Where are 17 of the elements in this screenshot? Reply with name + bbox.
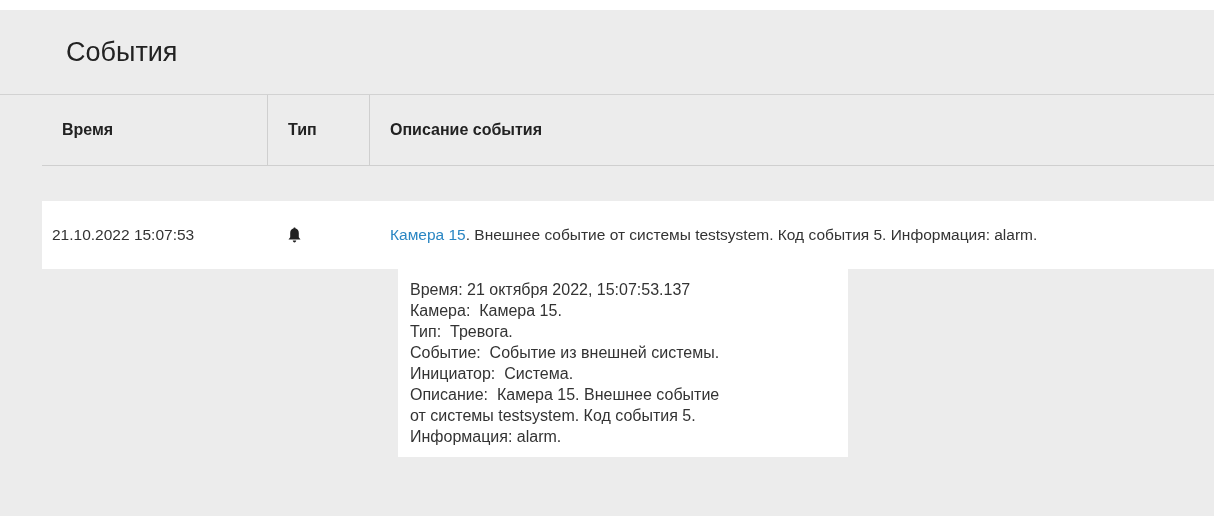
column-header: Время [42,95,268,165]
camera-link[interactable]: Камера 15 [390,226,466,243]
tooltip-line: от системы testsystem. Код события 5. [410,406,697,426]
tooltip-line: Камера: Камера 15. [410,301,563,321]
table-row[interactable]: 21.10.2022 15:07:53 Камера 15. Внешнее событие от системы testsystem. Код события 5. Информация: alarm. [42,201,1214,269]
tooltip-line: Время: 21 октября 2022, 15:07:53.137 [410,280,692,300]
tooltip-line: Тип: Тревога. [410,322,514,342]
time-cell-text: 21.10.2022 15:07:53 [51,226,196,244]
column-header: Описание события [389,120,543,140]
column-header: Тип [268,95,370,165]
description-text: Камера 15. Внешнее событие от системы testsystem. Код события 5. Информация: alarm. [389,225,1039,245]
tooltip-line: Описание: Камера 15. Внешнее событие [410,385,721,405]
tooltip-line: Инициатор: Система. [410,364,575,384]
bell-icon [288,227,301,243]
tooltip-line: Информация: alarm. [410,427,563,447]
tooltip-line: Событие: Событие из внешней системы. [410,343,721,363]
panel-title: События [66,36,178,68]
